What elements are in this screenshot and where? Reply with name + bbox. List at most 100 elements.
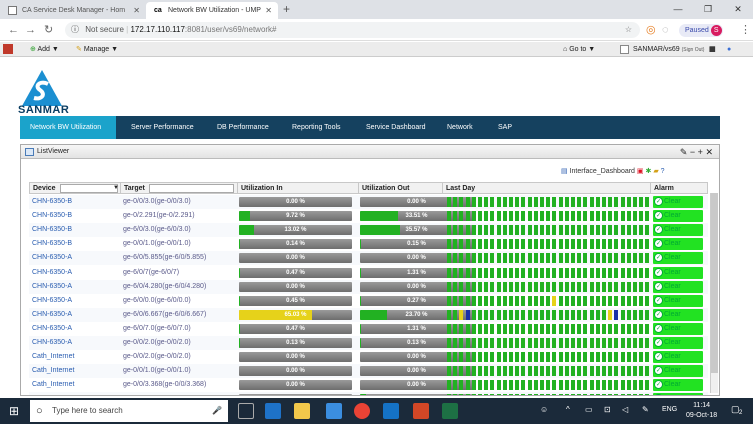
new-tab-button[interactable]: + — [283, 2, 290, 17]
extension-2-icon[interactable]: ◌ — [662, 22, 669, 38]
table-row[interactable]: Benikai.Sanmar.comFa0/1(FastEthernet0/1)… — [29, 392, 708, 395]
chevron-down-icon[interactable]: ▼ — [113, 183, 119, 194]
alarm-status[interactable]: ✓Clear — [653, 351, 703, 364]
device-link[interactable]: CHN-6350-A — [32, 266, 120, 280]
alarm-status[interactable]: ✓Clear — [653, 379, 703, 392]
edge-icon[interactable] — [265, 403, 281, 419]
windows-start-icon[interactable]: ⊞ — [9, 404, 19, 418]
nav-server-performance[interactable]: Server Performance — [121, 116, 204, 139]
tab-network-bw[interactable]: ca Network BW Utilization - UMP ✕ — [146, 2, 278, 19]
ca-menu-icon[interactable] — [3, 44, 13, 54]
alarm-status[interactable]: ✓Clear — [653, 224, 703, 237]
table-row[interactable]: CHN-6350-A ge-6/0/7(ge-6/0/7) 0.47 % 1.31 %… — [29, 265, 708, 280]
nav-service-dashboard[interactable]: Service Dashboard — [356, 116, 436, 139]
chevron-up-icon[interactable]: ^ — [566, 405, 570, 414]
minimize-button[interactable]: — — [663, 0, 693, 19]
device-link[interactable]: CHN-6350-A — [32, 280, 120, 294]
minimize-panel-icon[interactable]: − — [690, 147, 695, 157]
target-link[interactable]: ge-6/0/6.667(ge-6/0/6.667) — [123, 308, 237, 322]
info-icon[interactable]: ⓘ — [71, 25, 79, 34]
device-link[interactable]: CHN-6350-B — [32, 195, 120, 209]
alarm-status[interactable]: ✓Clear — [653, 322, 703, 335]
device-link[interactable]: CHN-6350-A — [32, 251, 120, 265]
pen-icon[interactable]: ✎ — [642, 405, 649, 414]
taskbar-search-input[interactable]: ○ Type here to search 🎤 — [30, 400, 228, 422]
outlook-icon[interactable] — [383, 403, 399, 419]
alarm-status[interactable]: ✓Clear — [653, 196, 703, 208]
file-explorer-icon[interactable] — [294, 403, 310, 419]
device-filter-input[interactable] — [60, 184, 118, 193]
table-row[interactable]: CHN-6350-A ge-6/0/4.280(ge-6/0/4.280) 0.00… — [29, 279, 708, 294]
device-link[interactable]: Cath_Internet — [32, 378, 120, 392]
device-link[interactable]: CHN-6350-A — [32, 336, 120, 350]
table-row[interactable]: CHN-6350-A ge-6/0/5.855(ge-6/0/5.855) 0.00… — [29, 251, 708, 266]
device-link[interactable]: Benikai.Sanmar.com — [32, 392, 120, 395]
table-row[interactable]: Cath_Internet ge-0/0/3.368(ge-0/0/3.368) 0… — [29, 378, 708, 393]
close-tab-icon[interactable]: ✕ — [265, 2, 272, 19]
address-bar[interactable]: ⓘ Not secure | 172.17.110.117:8081/user/… — [65, 22, 640, 38]
menu-icon[interactable]: ⋮ — [740, 22, 751, 38]
close-tab-icon[interactable]: ✕ — [133, 2, 140, 19]
table-row[interactable]: CHN-6350-A ge-6/0/7.0(ge-6/0/7.0) 0.47 % 1.… — [29, 321, 708, 336]
scrollbar[interactable] — [710, 193, 718, 393]
target-link[interactable]: ge-6/0/0.0(ge-6/0/0.0) — [123, 294, 237, 308]
nav-network[interactable]: Network — [437, 116, 483, 139]
table-row[interactable]: CHN-6350-B ge-6/0/3.0(ge-6/0/3.0) 13.02 % 3… — [29, 223, 708, 238]
back-icon[interactable]: ← — [8, 22, 19, 38]
target-link[interactable]: ge-6/0/5.855(ge-6/0/5.855) — [123, 251, 237, 265]
alarm-status[interactable]: ✓Clear — [653, 337, 703, 349]
target-link[interactable]: ge-6/0/3.0(ge-6/0/3.0) — [123, 223, 237, 237]
col-util-out[interactable]: Utilization Out — [359, 183, 443, 194]
table-row[interactable]: CHN-6350-A ge-6/0/0.0(ge-6/0/0.0) 0.45 % 0.… — [29, 293, 708, 308]
device-link[interactable]: CHN-6350-A — [32, 308, 120, 322]
chrome-icon[interactable] — [354, 403, 370, 419]
alarm-status[interactable]: ✓Clear — [653, 393, 703, 395]
taskbar-clock[interactable]: 11:14 09-Oct-18 — [686, 401, 717, 421]
tab-service-desk[interactable]: CA Service Desk Manager - Hom ✕ — [0, 2, 146, 19]
goto-menu[interactable]: ⌂ Go to ▼ — [563, 42, 595, 57]
settings-icon[interactable]: ✱ — [646, 168, 652, 175]
target-link[interactable]: ge-6/0/7(ge-6/0/7) — [123, 266, 237, 280]
device-link[interactable]: CHN-6350-B — [32, 209, 120, 223]
language-indicator[interactable]: ENG — [662, 406, 677, 413]
excel-icon[interactable] — [442, 403, 458, 419]
device-link[interactable]: Cath_Internet — [32, 350, 120, 364]
device-link[interactable]: CHN-6350-A — [32, 294, 120, 308]
target-link[interactable]: ge-0/0/2.0(ge-0/0/2.0) — [123, 350, 237, 364]
target-link[interactable]: ge-6/0/4.280(ge-6/0/4.280) — [123, 280, 237, 294]
alarm-status[interactable]: ✓Clear — [653, 294, 703, 307]
nav-reporting-tools[interactable]: Reporting Tools — [282, 116, 351, 139]
device-link[interactable]: Cath_Internet — [32, 364, 120, 378]
target-filter-input[interactable] — [149, 184, 234, 193]
nav-network-bw[interactable]: Network BW Utilization — [20, 116, 116, 139]
extension-icon[interactable]: ◎ — [646, 22, 656, 38]
profile-paused-button[interactable]: Paused S — [679, 24, 723, 37]
manage-menu[interactable]: ✎ Manage ▼ — [76, 42, 118, 57]
target-link[interactable]: ge-0/2.291(ge-0/2.291) — [123, 209, 237, 223]
device-link[interactable]: CHN-6350-B — [32, 237, 120, 251]
alarm-status[interactable]: ✓Clear — [653, 365, 703, 378]
table-row[interactable]: CHN-6350-B ge-0/0/3.0(ge-0/0/3.0) 0.00 % 0.… — [29, 195, 708, 209]
scrollbar-thumb[interactable] — [711, 193, 718, 373]
table-row[interactable]: Cath_Internet ge-0/0/1.0(ge-0/0/1.0) 0.00 … — [29, 364, 708, 379]
wrench-icon[interactable]: ✎ — [680, 147, 688, 157]
target-link[interactable]: ge-0/0/1.0(ge-0/0/1.0) — [123, 237, 237, 251]
table-row[interactable]: CHN-6350-B ge-0/2.291(ge-0/2.291) 9.72 % 33… — [29, 209, 708, 224]
nav-db-performance[interactable]: DB Performance — [207, 116, 279, 139]
target-link[interactable]: ge-6/0/7.0(ge-6/0/7.0) — [123, 322, 237, 336]
task-view-icon[interactable] — [238, 403, 254, 419]
col-util-in[interactable]: Utilization In — [238, 183, 359, 194]
microphone-icon[interactable]: 🎤 — [212, 400, 222, 422]
target-link[interactable]: ge-0/0/1.0(ge-0/0/1.0) — [123, 364, 237, 378]
target-link[interactable]: ge-0/0/3.368(ge-0/0/3.368) — [123, 378, 237, 392]
alarm-status[interactable]: ✓Clear — [653, 238, 703, 251]
alarm-status[interactable]: ✓Clear — [653, 252, 703, 265]
table-row[interactable]: CHN-6350-A ge-6/0/6.667(ge-6/0/6.667) 65.0… — [29, 307, 708, 322]
volume-icon[interactable]: ◁ — [622, 405, 628, 414]
table-row[interactable]: CHN-6350-A ge-0/0/2.0(ge-0/0/2.0) 0.13 % 0.… — [29, 336, 708, 350]
folder-icon[interactable]: ▰ — [653, 168, 658, 175]
alarm-status[interactable]: ✓Clear — [653, 308, 703, 321]
target-link[interactable]: ge-0/0/3.0(ge-0/0/3.0) — [123, 195, 237, 209]
pdf-icon[interactable]: ▣ — [637, 168, 644, 175]
table-row[interactable]: Cath_Internet ge-0/0/2.0(ge-0/0/2.0) 0.00 … — [29, 350, 708, 365]
